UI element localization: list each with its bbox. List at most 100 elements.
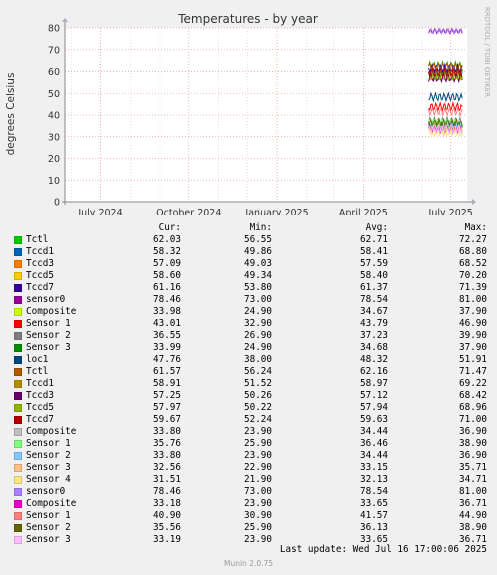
series-name: Sensor 3 — [26, 462, 71, 473]
max-value: 46.90 — [459, 318, 487, 329]
legend-swatch — [14, 452, 22, 460]
legend-swatch — [14, 500, 22, 508]
series-name: Tccd7 — [26, 414, 54, 425]
legend-swatch — [14, 440, 22, 448]
cur-value: 61.16 — [153, 282, 181, 293]
max-value: 36.90 — [459, 450, 487, 461]
cur-value: 61.57 — [153, 366, 181, 377]
legend-swatch — [14, 512, 22, 520]
min-value: 49.34 — [244, 270, 272, 281]
min-value: 52.24 — [244, 414, 272, 425]
cur-value: 40.90 — [153, 510, 181, 521]
max-value: 51.91 — [459, 354, 487, 365]
min-value: 21.90 — [244, 474, 272, 485]
cur-value: 58.91 — [153, 378, 181, 389]
min-value: 38.00 — [244, 354, 272, 365]
max-value: 68.52 — [459, 258, 487, 269]
legend-swatch — [14, 272, 22, 280]
legend-swatch — [14, 356, 22, 364]
y-tick-label: 40 — [48, 111, 60, 122]
series-name: Sensor 2 — [26, 330, 71, 341]
legend-swatch — [14, 476, 22, 484]
avg-value: 33.65 — [360, 498, 388, 509]
avg-value: 62.71 — [360, 234, 388, 245]
legend-swatch — [14, 416, 22, 424]
legend-swatch — [14, 332, 22, 340]
max-value: 72.27 — [459, 234, 487, 245]
cur-value: 57.09 — [153, 258, 181, 269]
avg-value: 36.13 — [360, 522, 388, 533]
cur-value: 62.03 — [153, 234, 181, 245]
cur-value: 31.51 — [153, 474, 181, 485]
x-axis-arrow — [472, 199, 476, 205]
min-value: 51.52 — [244, 378, 272, 389]
min-value: 53.80 — [244, 282, 272, 293]
series-name: Composite — [26, 426, 77, 437]
watermark: RRDTOOL / TOBI OETIKER — [483, 7, 491, 97]
cur-value: 78.46 — [153, 294, 181, 305]
cur-value: 33.99 — [153, 342, 181, 353]
max-value: 81.00 — [459, 486, 487, 497]
max-value: 71.47 — [459, 366, 487, 377]
min-value: 25.90 — [244, 438, 272, 449]
min-value: 50.22 — [244, 402, 272, 413]
min-value: 24.90 — [244, 342, 272, 353]
avg-value: 62.16 — [360, 366, 388, 377]
legend-swatch — [14, 284, 22, 292]
avg-value: 58.41 — [360, 246, 388, 257]
legend-swatch — [14, 380, 22, 388]
legend-swatch — [14, 320, 22, 328]
col-cur-header: Cur: — [158, 222, 181, 233]
legend-swatch — [14, 296, 22, 304]
series-name: Sensor 2 — [26, 450, 71, 461]
avg-value: 59.63 — [360, 414, 388, 425]
max-value: 68.80 — [459, 246, 487, 257]
avg-value: 34.68 — [360, 342, 388, 353]
legend-swatch — [14, 260, 22, 268]
legend-swatch — [14, 464, 22, 472]
min-value: 49.03 — [244, 258, 272, 269]
max-value: 71.00 — [459, 414, 487, 425]
avg-value: 33.15 — [360, 462, 388, 473]
y-tick-label: 60 — [48, 67, 60, 78]
series-name: Composite — [26, 498, 77, 509]
max-value: 34.71 — [459, 474, 487, 485]
cur-value: 33.80 — [153, 426, 181, 437]
min-value: 24.90 — [244, 306, 272, 317]
legend-swatch — [14, 428, 22, 436]
col-min-header: Min: — [249, 222, 272, 233]
min-value: 23.90 — [244, 450, 272, 461]
legend-swatch — [14, 524, 22, 532]
cur-value: 58.32 — [153, 246, 181, 257]
legend-swatch — [14, 236, 22, 244]
series-name: Sensor 1 — [26, 318, 71, 329]
max-value: 37.90 — [459, 342, 487, 353]
max-value: 81.00 — [459, 294, 487, 305]
max-value: 36.71 — [459, 498, 487, 509]
series-name: Sensor 1 — [26, 438, 71, 449]
min-value: 49.86 — [244, 246, 272, 257]
max-value: 44.90 — [459, 510, 487, 521]
series-name: Sensor 4 — [26, 474, 71, 485]
grid — [65, 27, 467, 203]
x-tick-label: July 2024 — [77, 208, 122, 215]
series-name: Tccd3 — [26, 390, 54, 401]
series-name: Composite — [26, 306, 77, 317]
max-value: 70.20 — [459, 270, 487, 281]
cur-value: 57.25 — [153, 390, 181, 401]
avg-value: 48.32 — [360, 354, 388, 365]
series-name: Sensor 1 — [26, 510, 71, 521]
series-name: Tccd5 — [26, 270, 54, 281]
avg-value: 43.79 — [360, 318, 388, 329]
max-value: 69.22 — [459, 378, 487, 389]
legend-swatch — [14, 368, 22, 376]
avg-value: 36.46 — [360, 438, 388, 449]
max-value: 38.90 — [459, 438, 487, 449]
col-avg-header: Avg: — [365, 222, 388, 233]
min-value: 22.90 — [244, 462, 272, 473]
y-tick-label: 20 — [48, 154, 60, 165]
series-name: Sensor 3 — [26, 342, 71, 353]
series-name: Tctl — [26, 366, 49, 377]
avg-value: 78.54 — [360, 294, 388, 305]
y-tick-label: 0 — [54, 198, 60, 209]
